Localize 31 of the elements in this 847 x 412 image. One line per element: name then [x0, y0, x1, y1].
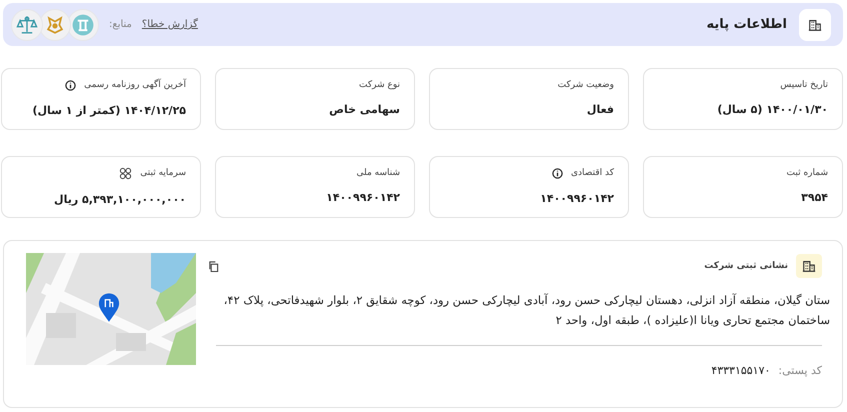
field-label: سرمایه ثبتی [140, 168, 186, 178]
field-label: آخرین آگهی روزنامه رسمی [84, 80, 186, 90]
field-label: نوع شرکت [358, 80, 400, 90]
field-value: ۱۴۰۰۹۹۶۰۱۴۲ [539, 190, 614, 206]
field-value: ۱۴۰۴/۱۲/۲۵ (کمتر از ۱ سال) [31, 102, 186, 118]
field-value: ۱۴۰۰۹۹۶۰۱۴۲ [325, 190, 400, 206]
field-label: شماره ثبت [786, 168, 828, 178]
info-icon[interactable] [65, 80, 76, 90]
sources-label: منابع: [109, 19, 132, 30]
building-icon [799, 8, 831, 40]
building-icon [796, 254, 822, 278]
scales-icon[interactable] [11, 8, 43, 40]
info-icon[interactable] [552, 168, 563, 178]
field-label: تاریخ تاسیس [780, 80, 828, 90]
field-value: سهامی خاص [328, 102, 400, 118]
coins-icon [119, 166, 132, 180]
report-link[interactable]: گزارش خطا؟ [142, 19, 198, 30]
postal-label: کد پستی: [778, 364, 822, 377]
field-value: فعال [586, 102, 614, 118]
map-pin-icon [98, 293, 120, 323]
address-title: نشانی ثبتی شرکت [704, 261, 788, 271]
field-label: وضعیت شرکت [558, 80, 614, 90]
field-label: شناسه ملی [356, 168, 400, 178]
section-title: اطلاعات پایه [706, 17, 787, 32]
field-value: ۳۹۵۴ [800, 190, 828, 206]
field-value: ۱۴۰۰/۰۱/۳۰ (۵ سال) [716, 102, 828, 118]
field-label: کد اقتصادی [571, 168, 614, 178]
postal-code: ۴۳۳۳۱۵۵۱۷۰ [711, 364, 770, 377]
copy-icon[interactable] [208, 260, 219, 272]
field-value: ۵,۳۹۳,۱۰۰,۰۰۰,۰۰۰ ریال [53, 192, 186, 208]
address-text: ستان گیلان، منطقه آزاد انزلی، دهستان لیچارکی حسن رود، آبادی لیچارکی حسن رود، کوچه شقایق ۲، بلوار شهیدفاتحی، پلاک ۴۲، ساختمان مجتمع تحاری ویانا ا(علیزاده )، طبقه اول، واحد ۲ [222, 292, 830, 329]
